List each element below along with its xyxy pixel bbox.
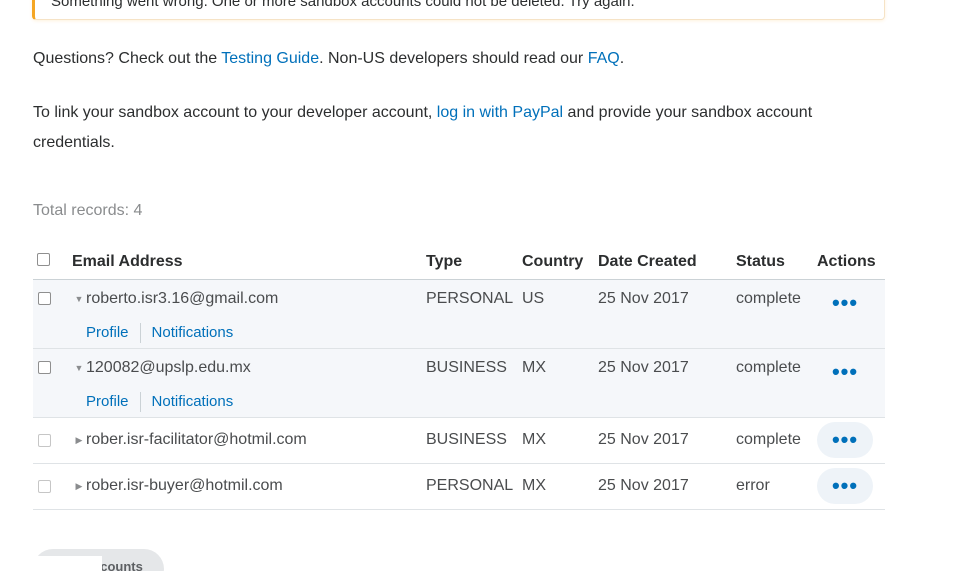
row-status: complete xyxy=(736,289,801,307)
row-email: 120082@upslp.edu.mx xyxy=(86,358,251,376)
row-email: roberto.isr3.16@gmail.com xyxy=(86,289,279,307)
row-country: MX xyxy=(522,358,546,376)
alert-text: Something went wrong. One or more sandbo… xyxy=(51,0,635,10)
table-row[interactable]: ▼ 120082@upslp.edu.mx Profile Notificati… xyxy=(33,348,885,418)
caret-right-icon[interactable]: ▶ xyxy=(72,481,86,492)
link-account-paragraph: To link your sandbox account to your dev… xyxy=(33,104,813,151)
row-type: BUSINESS xyxy=(426,358,507,376)
total-records: Total records: 4 xyxy=(33,202,143,219)
row-checkbox[interactable] xyxy=(38,361,51,374)
divider xyxy=(139,322,141,343)
row-country: US xyxy=(522,289,545,307)
profile-link[interactable]: Profile xyxy=(86,393,129,410)
more-dots-icon[interactable]: ••• xyxy=(817,422,873,458)
row-checkbox[interactable] xyxy=(38,292,51,305)
row-checkbox[interactable] xyxy=(38,433,51,447)
header-actions: Actions xyxy=(817,246,885,280)
row-country: MX xyxy=(522,477,546,494)
row-country: MX xyxy=(522,431,546,448)
caret-down-icon[interactable]: ▼ xyxy=(72,294,86,304)
row-date: 25 Nov 2017 xyxy=(598,289,689,307)
caret-right-icon[interactable]: ▶ xyxy=(72,435,86,446)
row-type: PERSONAL xyxy=(426,289,514,307)
header-status[interactable]: Status xyxy=(736,246,817,280)
row-type: PERSONAL xyxy=(426,477,514,494)
overlay-mask xyxy=(0,556,102,571)
notifications-link[interactable]: Notifications xyxy=(152,393,234,410)
table-header-row: Email Address Type Country Date Created … xyxy=(33,246,885,280)
row-email: rober.isr-facilitator@hotmil.com xyxy=(86,431,307,448)
more-dots-icon[interactable]: ••• xyxy=(817,354,873,390)
header-email[interactable]: Email Address xyxy=(72,246,426,280)
row-email: rober.isr-buyer@hotmil.com xyxy=(86,477,283,494)
row-date: 25 Nov 2017 xyxy=(598,431,689,448)
header-date[interactable]: Date Created xyxy=(598,246,736,280)
table-row[interactable]: ▼ roberto.isr3.16@gmail.com Profile Noti… xyxy=(33,279,885,349)
row-checkbox[interactable] xyxy=(38,479,51,493)
table-row[interactable]: ▶ rober.isr-buyer@hotmil.com PERSONAL MX… xyxy=(33,463,885,510)
login-paypal-link[interactable]: log in with PayPal xyxy=(437,104,563,121)
row-status: complete xyxy=(736,431,801,448)
row-type: BUSINESS xyxy=(426,431,507,448)
questions-paragraph: Questions? Check out the Testing Guide. … xyxy=(33,50,625,67)
more-dots-icon[interactable]: ••• xyxy=(817,468,873,504)
profile-link[interactable]: Profile xyxy=(86,324,129,341)
error-alert: Something went wrong. One or more sandbo… xyxy=(32,0,885,20)
faq-link[interactable]: FAQ xyxy=(588,50,620,67)
header-country[interactable]: Country xyxy=(522,246,598,280)
more-dots-icon[interactable]: ••• xyxy=(817,285,873,321)
row-status: complete xyxy=(736,358,801,376)
notifications-link[interactable]: Notifications xyxy=(152,324,234,341)
sandbox-accounts-table: Email Address Type Country Date Created … xyxy=(33,246,885,510)
caret-down-icon[interactable]: ▼ xyxy=(72,363,86,373)
row-date: 25 Nov 2017 xyxy=(598,477,689,494)
row-status: error xyxy=(736,477,770,494)
select-all-checkbox[interactable] xyxy=(37,253,50,267)
header-type[interactable]: Type xyxy=(426,246,522,280)
table-row[interactable]: ▶ rober.isr-facilitator@hotmil.com BUSIN… xyxy=(33,417,885,464)
testing-guide-link[interactable]: Testing Guide xyxy=(221,50,319,67)
row-date: 25 Nov 2017 xyxy=(598,358,689,376)
divider xyxy=(139,391,141,412)
